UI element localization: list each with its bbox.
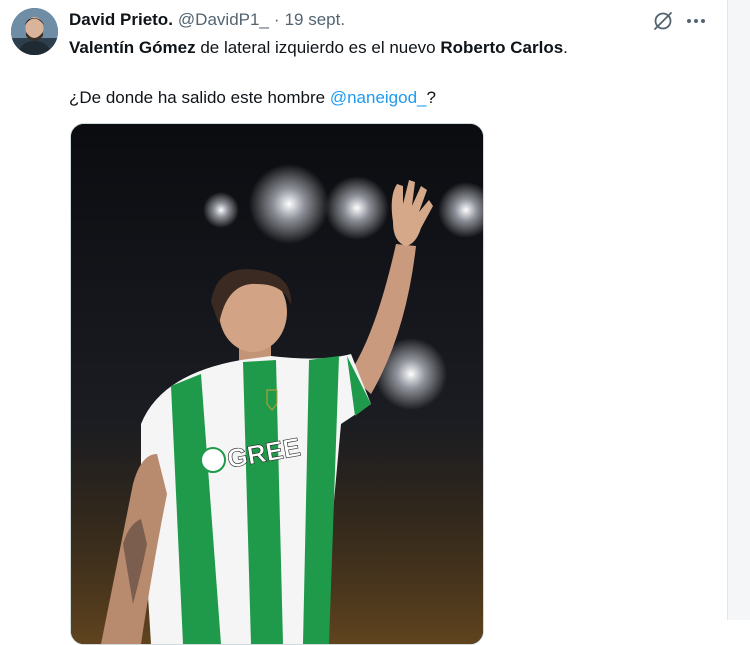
tweet-text-line-2: ¿De donde ha salido este hombre @naneigo…	[69, 88, 436, 108]
text-bold-name: Valentín Gómez	[69, 38, 196, 57]
author-name[interactable]: David Prieto.	[69, 10, 173, 30]
avatar[interactable]	[11, 8, 58, 55]
text-bold-comparison: Roberto Carlos	[440, 38, 564, 57]
tweet-text-line-1: Valentín Gómez de lateral izquierdo es e…	[69, 38, 568, 58]
text-segment: de lateral izquierdo es el nuevo	[195, 38, 441, 57]
author-handle[interactable]: @DavidP1_	[178, 10, 269, 30]
page-scroll-edge	[727, 0, 750, 620]
more-options-icon[interactable]	[684, 10, 708, 32]
tweet-photo[interactable]: GREE	[70, 123, 484, 645]
text-question-mark: ?	[426, 88, 436, 107]
grok-icon[interactable]	[652, 10, 674, 32]
tweet-card[interactable]: David Prieto. @DavidP1_ · 19 sept. Valen…	[0, 0, 727, 645]
text-question: ¿De donde ha salido este hombre	[69, 88, 330, 107]
text-period: .	[563, 38, 568, 57]
separator-dot: ·	[273, 10, 280, 29]
tweet-header: David Prieto. @DavidP1_ · 19 sept.	[69, 9, 345, 31]
tweet-date[interactable]: 19 sept.	[285, 10, 346, 30]
mention-link[interactable]: @naneigod_	[330, 88, 427, 107]
